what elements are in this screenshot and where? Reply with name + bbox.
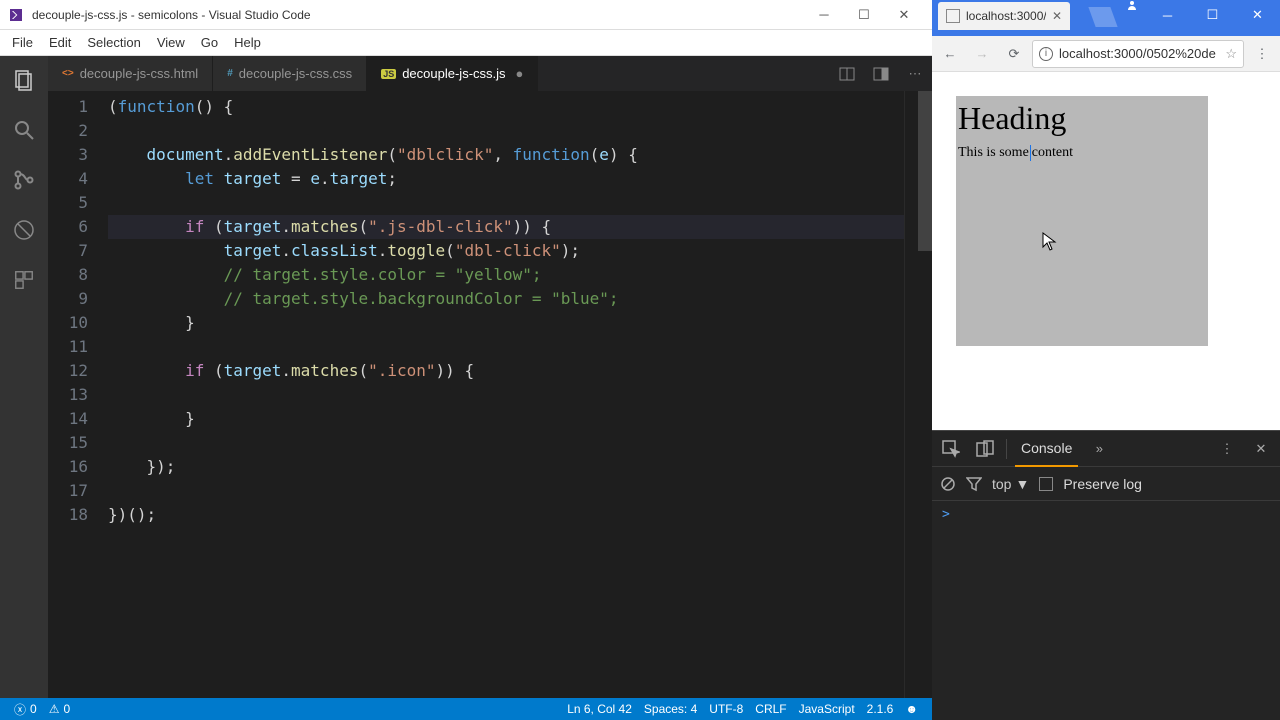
tab-css[interactable]: # decouple-js-css.css xyxy=(213,56,367,91)
minimize-button[interactable]: ─ xyxy=(804,1,844,29)
code-editor[interactable]: 123456789101112131415161718 (function() … xyxy=(48,91,932,698)
favicon-icon xyxy=(946,9,960,23)
url-text: localhost:3000/0502%20de xyxy=(1059,46,1219,61)
code-content[interactable]: (function() { document.addEventListener(… xyxy=(108,91,904,698)
more-tabs-icon[interactable]: » xyxy=(1086,436,1112,462)
split-editor-icon[interactable] xyxy=(830,56,864,91)
preserve-log-checkbox[interactable] xyxy=(1039,477,1053,491)
status-encoding[interactable]: UTF-8 xyxy=(703,702,749,716)
editor-tabs: <> decouple-js-css.html # decouple-js-css.… xyxy=(48,56,932,91)
text-caret xyxy=(1030,145,1031,161)
tab-title: localhost:3000/05 xyxy=(966,9,1046,23)
scroll-thumb[interactable] xyxy=(918,91,932,251)
inspect-element-icon[interactable] xyxy=(938,436,964,462)
menu-edit[interactable]: Edit xyxy=(41,35,79,50)
devtools-tabs: Console » ⋮ ✕ xyxy=(932,431,1280,467)
status-language[interactable]: JavaScript xyxy=(793,702,861,716)
search-icon[interactable] xyxy=(10,116,38,144)
chrome-menu-icon[interactable]: ⋮ xyxy=(1248,40,1276,68)
tab-label: decouple-js-css.html xyxy=(80,66,199,81)
status-errors[interactable]: ⓧ0 xyxy=(8,701,43,718)
more-actions-icon[interactable]: ⋯ xyxy=(898,56,932,91)
reload-button[interactable]: ⟳ xyxy=(1000,40,1028,68)
console-prompt: > xyxy=(942,507,950,522)
forward-button[interactable]: → xyxy=(968,40,996,68)
devtools-menu-icon[interactable]: ⋮ xyxy=(1214,436,1240,462)
page-paragraph[interactable]: This is somecontent xyxy=(958,145,1206,161)
page-heading: Heading xyxy=(958,100,1206,137)
site-info-icon[interactable]: i xyxy=(1039,47,1053,61)
status-feedback-icon[interactable]: ☻ xyxy=(899,702,924,716)
close-button[interactable]: ✕ xyxy=(884,1,924,29)
status-version[interactable]: 2.1.6 xyxy=(861,702,900,716)
vscode-window: decouple-js-css.js - semicolons - Visual… xyxy=(0,0,932,720)
tab-close-icon[interactable]: ✕ xyxy=(1052,9,1062,23)
source-control-icon[interactable] xyxy=(10,166,38,194)
status-warnings[interactable]: ⚠0 xyxy=(43,702,76,716)
devtools-close-icon[interactable]: ✕ xyxy=(1248,436,1274,462)
status-bar: ⓧ0 ⚠0 Ln 6, Col 42 Spaces: 4 UTF-8 CRLF … xyxy=(0,698,932,720)
mouse-cursor-icon xyxy=(1042,232,1058,252)
explorer-icon[interactable] xyxy=(10,66,38,94)
chrome-close-button[interactable]: ✕ xyxy=(1235,0,1280,30)
back-button[interactable]: ← xyxy=(936,40,964,68)
chrome-toolbar: ← → ⟳ i localhost:3000/0502%20de ☆ ⋮ xyxy=(932,36,1280,72)
preserve-log-label: Preserve log xyxy=(1063,476,1142,492)
tab-html[interactable]: <> decouple-js-css.html xyxy=(48,56,213,91)
filter-icon[interactable] xyxy=(966,476,982,492)
console-output[interactable]: > xyxy=(932,501,1280,720)
tab-dirty-icon[interactable]: ● xyxy=(516,66,524,81)
profile-icon[interactable] xyxy=(1121,0,1143,10)
devtools: Console » ⋮ ✕ top▼ Preserve log > xyxy=(932,430,1280,720)
css-icon: # xyxy=(227,68,233,79)
page-viewport[interactable]: Heading This is somecontent xyxy=(932,72,1280,430)
vscode-titlebar: decouple-js-css.js - semicolons - Visual… xyxy=(0,0,932,30)
vscode-main: <> decouple-js-css.html # decouple-js-css.… xyxy=(0,56,932,698)
js-icon: JS xyxy=(381,69,396,79)
html-icon: <> xyxy=(62,68,74,79)
address-bar[interactable]: i localhost:3000/0502%20de ☆ xyxy=(1032,40,1244,68)
menu-go[interactable]: Go xyxy=(193,35,226,50)
tab-js[interactable]: JS decouple-js-css.js ● xyxy=(367,56,538,91)
extensions-icon[interactable] xyxy=(10,266,38,294)
content-box[interactable]: Heading This is somecontent xyxy=(956,96,1208,346)
vscode-logo-icon xyxy=(8,7,24,23)
status-spaces[interactable]: Spaces: 4 xyxy=(638,702,703,716)
menu-view[interactable]: View xyxy=(149,35,193,50)
debug-icon[interactable] xyxy=(10,216,38,244)
vscode-menubar: File Edit Selection View Go Help xyxy=(0,30,932,56)
maximize-button[interactable]: ☐ xyxy=(844,1,884,29)
device-toolbar-icon[interactable] xyxy=(972,436,998,462)
menu-help[interactable]: Help xyxy=(226,35,269,50)
scrollbar[interactable] xyxy=(918,91,932,698)
menu-file[interactable]: File xyxy=(4,35,41,50)
menu-selection[interactable]: Selection xyxy=(79,35,148,50)
window-title: decouple-js-css.js - semicolons - Visual… xyxy=(32,8,804,22)
bookmark-icon[interactable]: ☆ xyxy=(1225,46,1237,62)
browser-tab[interactable]: localhost:3000/05 ✕ xyxy=(938,2,1070,30)
minimap[interactable] xyxy=(904,91,918,698)
editor-area: <> decouple-js-css.html # decouple-js-css.… xyxy=(48,56,932,698)
chrome-maximize-button[interactable]: ☐ xyxy=(1190,0,1235,30)
toggle-panel-icon[interactable] xyxy=(864,56,898,91)
activity-bar xyxy=(0,56,48,698)
clear-console-icon[interactable] xyxy=(940,476,956,492)
console-toolbar: top▼ Preserve log xyxy=(932,467,1280,501)
context-selector[interactable]: top▼ xyxy=(992,476,1029,492)
status-eol[interactable]: CRLF xyxy=(749,702,792,716)
devtools-tab-console[interactable]: Console xyxy=(1015,431,1078,467)
status-lncol[interactable]: Ln 6, Col 42 xyxy=(561,702,638,716)
chrome-minimize-button[interactable]: ─ xyxy=(1145,0,1190,30)
tab-label: decouple-js-css.css xyxy=(239,66,352,81)
line-gutter: 123456789101112131415161718 xyxy=(48,91,108,698)
chrome-window: ─ ☐ ✕ localhost:3000/05 ✕ ← → ⟳ i localh… xyxy=(932,0,1280,720)
tab-label: decouple-js-css.js xyxy=(402,66,505,81)
